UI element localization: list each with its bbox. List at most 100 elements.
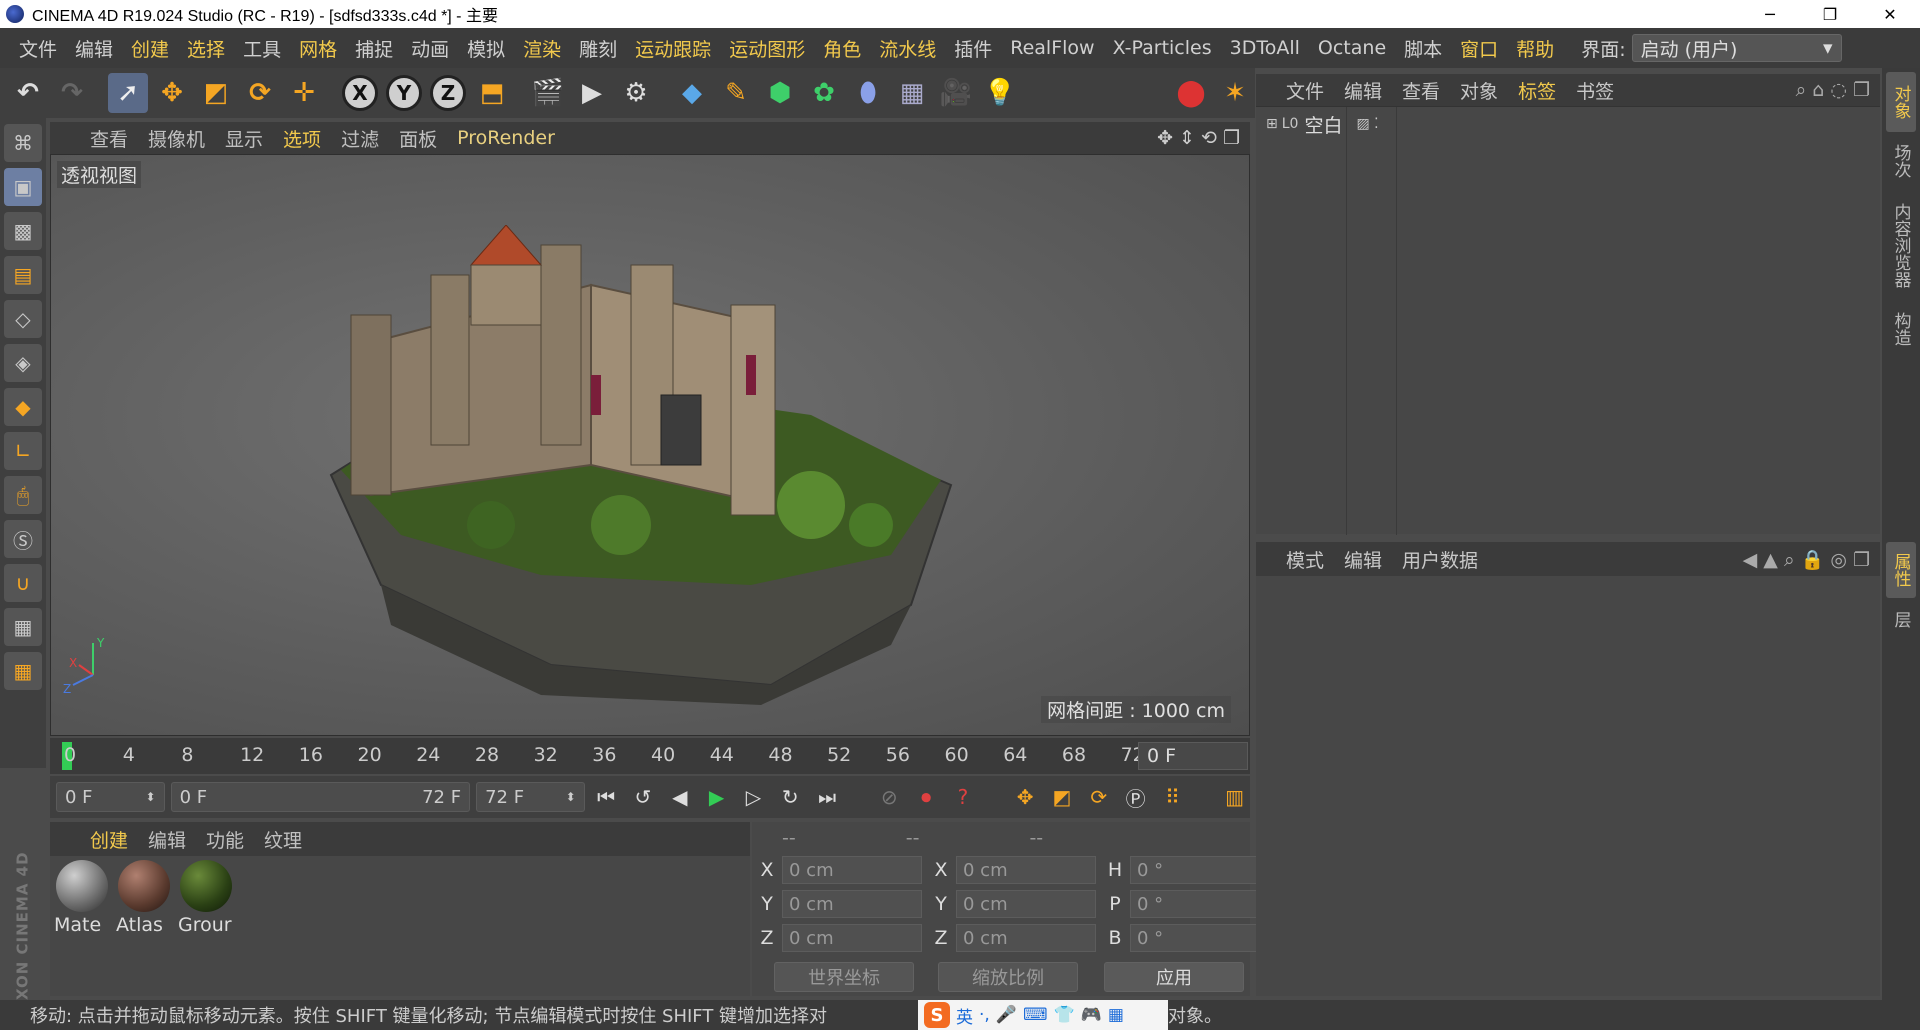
material-item[interactable]: Mate bbox=[54, 860, 110, 992]
key-point-level-button[interactable]: ⠿ bbox=[1157, 781, 1188, 813]
menu-character[interactable]: 角色 bbox=[814, 35, 870, 62]
axis-mode-button[interactable]: ∟ bbox=[4, 432, 42, 470]
live-selection-button[interactable]: ➚ bbox=[108, 73, 148, 113]
attribute-menu-mode[interactable]: 模式 bbox=[1276, 546, 1334, 573]
menu-x-particles[interactable]: X-Particles bbox=[1104, 37, 1221, 59]
menu-window[interactable]: 窗口 bbox=[1451, 35, 1507, 62]
microphone-icon[interactable]: 🎤 bbox=[996, 1005, 1017, 1025]
skin-icon[interactable]: 👕 bbox=[1054, 1005, 1075, 1025]
material-item[interactable]: Grour bbox=[178, 860, 234, 992]
viewport-menu-camera[interactable]: 摄像机 bbox=[138, 125, 215, 152]
attribute-menu-user-data[interactable]: 用户数据 bbox=[1392, 546, 1488, 573]
size-mode-select[interactable]: 缩放比例 bbox=[938, 962, 1078, 992]
maximize-button[interactable]: ❐ bbox=[1800, 5, 1860, 24]
subdivision-surface-button[interactable]: ⬢ bbox=[760, 73, 800, 113]
edges-mode-button[interactable]: ◈ bbox=[4, 344, 42, 382]
menu-create[interactable]: 创建 bbox=[122, 35, 178, 62]
material-menu-function[interactable]: 功能 bbox=[196, 826, 254, 853]
timeline-window-button[interactable]: ▥ bbox=[1219, 781, 1250, 813]
rotate-tool-button[interactable]: ⟳ bbox=[240, 73, 280, 113]
object-menu-file[interactable]: 文件 bbox=[1276, 77, 1334, 104]
menu-mesh[interactable]: 网格 bbox=[290, 35, 346, 62]
viewport-menu-display[interactable]: 显示 bbox=[215, 125, 273, 152]
viewport-nav-icons[interactable]: ✥ ⇕ ⟲ ❐ bbox=[1157, 127, 1250, 149]
material-menu-create[interactable]: 创建 bbox=[80, 826, 138, 853]
snap-button[interactable]: ∪ bbox=[4, 564, 42, 602]
material-menu-edit[interactable]: 编辑 bbox=[138, 826, 196, 853]
keyframe-selection-button[interactable]: ? bbox=[948, 781, 979, 813]
pen-spline-button[interactable]: ✎ bbox=[716, 73, 756, 113]
toolbox-icon[interactable]: ▦ bbox=[1108, 1005, 1124, 1025]
menu-mograph[interactable]: 运动图形 bbox=[720, 35, 814, 62]
menu-octane[interactable]: Octane bbox=[1309, 37, 1395, 59]
scale-tool-button[interactable]: ◩ bbox=[196, 73, 236, 113]
size-y-field[interactable]: 0 cm bbox=[956, 890, 1096, 918]
menu-realflow[interactable]: RealFlow bbox=[1001, 37, 1103, 59]
current-frame-field[interactable]: 0 F bbox=[1138, 742, 1248, 770]
ime-language[interactable]: 英 bbox=[956, 1003, 973, 1028]
menu-file[interactable]: 文件 bbox=[10, 35, 66, 62]
viewport-menu-options[interactable]: 选项 bbox=[273, 125, 331, 152]
gamepad-icon[interactable]: 🎮 bbox=[1081, 1005, 1102, 1025]
ime-punctuation-icon[interactable]: ·, bbox=[979, 1005, 990, 1025]
object-menu-tags[interactable]: 标签 bbox=[1508, 77, 1566, 104]
undo-button[interactable]: ↶ bbox=[8, 73, 48, 113]
object-menu-edit[interactable]: 编辑 bbox=[1334, 77, 1392, 104]
key-scale-button[interactable]: ◩ bbox=[1047, 781, 1078, 813]
menu-render[interactable]: 渲染 bbox=[514, 35, 570, 62]
viewport-menu-view[interactable]: 查看 bbox=[80, 125, 138, 152]
render-settings-button[interactable]: ⚙ bbox=[616, 73, 656, 113]
menu-script[interactable]: 脚本 bbox=[1395, 35, 1451, 62]
key-position-button[interactable]: ✥ bbox=[1010, 781, 1041, 813]
next-frame-button[interactable]: ▷ bbox=[738, 781, 769, 813]
keyboard-icon[interactable]: ⌨ bbox=[1023, 1005, 1048, 1025]
render-view-button[interactable]: 🎬 bbox=[528, 73, 568, 113]
object-row-null[interactable]: ⊞ L0 空白 ▨ ⁚ bbox=[1256, 111, 1379, 137]
planar-workplane-button[interactable]: ▦ bbox=[4, 652, 42, 690]
object-menu-bookmarks[interactable]: 书签 bbox=[1566, 77, 1624, 104]
z-axis-lock-button[interactable]: Z bbox=[428, 73, 468, 113]
tab-objects[interactable]: 对象 bbox=[1886, 72, 1916, 132]
coordinate-system-button[interactable]: ⬒ bbox=[472, 73, 512, 113]
make-editable-button[interactable]: ⌘ bbox=[4, 124, 42, 162]
attribute-manager[interactable] bbox=[1256, 576, 1880, 996]
menu-snap[interactable]: 捕捉 bbox=[346, 35, 402, 62]
attribute-menu-edit[interactable]: 编辑 bbox=[1334, 546, 1392, 573]
max-time-field[interactable]: 72 F ⬍ bbox=[476, 782, 585, 812]
camera-button[interactable]: 🎥 bbox=[936, 73, 976, 113]
material-item[interactable]: Atlas bbox=[116, 860, 172, 992]
tab-takes[interactable]: 场次 bbox=[1886, 136, 1916, 186]
menu-select[interactable]: 选择 bbox=[178, 35, 234, 62]
floor-button[interactable]: ▦ bbox=[892, 73, 932, 113]
x-axis-lock-button[interactable]: X bbox=[340, 73, 380, 113]
plugin-button-1[interactable]: ⬤ bbox=[1171, 73, 1211, 113]
record-keys-off-button[interactable]: ⊘ bbox=[874, 781, 905, 813]
tab-structure[interactable]: 构造 bbox=[1886, 304, 1916, 354]
preview-range-slider[interactable]: 0 F 72 F bbox=[170, 782, 471, 812]
menu-plugins[interactable]: 插件 bbox=[945, 35, 1001, 62]
texture-mode-button[interactable]: ▩ bbox=[4, 212, 42, 250]
menu-motion-tracking[interactable]: 运动跟踪 bbox=[626, 35, 720, 62]
autokey-button[interactable]: ⏺ bbox=[911, 781, 942, 813]
next-key-button[interactable]: ↻ bbox=[775, 781, 806, 813]
ime-toolbar[interactable]: S 英 ·, 🎤 ⌨ 👕 🎮 ▦ bbox=[918, 1000, 1168, 1030]
render-to-picture-viewer-button[interactable]: ▶ bbox=[572, 73, 612, 113]
previous-frame-button[interactable]: ◀ bbox=[664, 781, 695, 813]
previous-key-button[interactable]: ↺ bbox=[628, 781, 659, 813]
y-axis-lock-button[interactable]: Y bbox=[384, 73, 424, 113]
viewport-menu-panel[interactable]: 面板 bbox=[389, 125, 447, 152]
attribute-nav-icons[interactable]: ◀ ▲ ⌕ 🔒 ◎ ❐ bbox=[1743, 548, 1880, 571]
material-menu-texture[interactable]: 纹理 bbox=[254, 826, 312, 853]
solo-button[interactable]: Ⓢ bbox=[4, 520, 42, 558]
min-time-field[interactable]: 0 F ⬍ bbox=[56, 782, 165, 812]
menu-animate[interactable]: 动画 bbox=[402, 35, 458, 62]
close-button[interactable]: ✕ bbox=[1860, 5, 1920, 24]
menu-help[interactable]: 帮助 bbox=[1507, 35, 1563, 62]
size-x-field[interactable]: 0 cm bbox=[956, 856, 1096, 884]
plugin-button-2[interactable]: ✶ bbox=[1215, 73, 1255, 113]
deformer-button[interactable]: ⬮ bbox=[848, 73, 888, 113]
redo-button[interactable]: ↷ bbox=[52, 73, 92, 113]
model-mode-button[interactable]: ▣ bbox=[4, 168, 42, 206]
play-button[interactable]: ▶ bbox=[701, 781, 732, 813]
menu-sculpt[interactable]: 雕刻 bbox=[570, 35, 626, 62]
